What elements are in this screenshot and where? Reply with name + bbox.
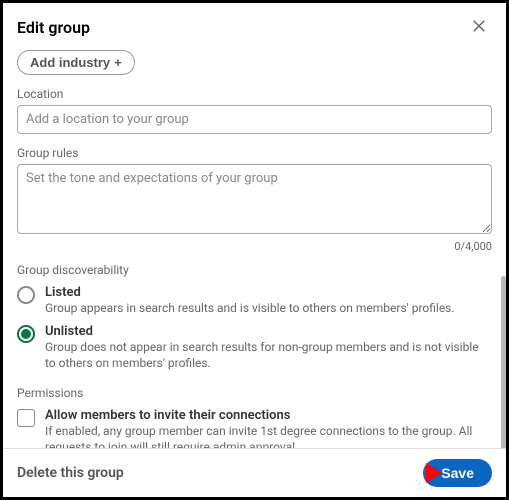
- group-rules-label: Group rules: [17, 146, 492, 160]
- radio-desc: Group appears in search results and is v…: [45, 300, 455, 316]
- radio-unlisted[interactable]: [17, 325, 35, 343]
- modal-title: Edit group: [17, 18, 90, 37]
- group-rules-textarea[interactable]: [17, 164, 492, 234]
- check-label: Allow members to invite their connection…: [45, 408, 492, 423]
- radio-item-unlisted[interactable]: Unlisted Group does not appear in search…: [17, 324, 492, 371]
- modal-content: Add industry + Location Group rules 0/4,…: [3, 50, 506, 448]
- chip-label: Add industry: [30, 55, 110, 70]
- location-input[interactable]: [17, 105, 492, 134]
- radio-item-listed[interactable]: Listed Group appears in search results a…: [17, 285, 492, 316]
- discoverability-group: Listed Group appears in search results a…: [17, 285, 492, 372]
- permissions-group: Allow members to invite their connection…: [17, 408, 492, 448]
- modal-header: Edit group: [3, 3, 506, 50]
- scrollbar-thumb[interactable]: [501, 276, 506, 448]
- permissions-title: Permissions: [17, 386, 492, 400]
- check-desc: If enabled, any group member can invite …: [45, 423, 492, 448]
- delete-group-link[interactable]: Delete this group: [17, 465, 124, 481]
- plus-icon: +: [114, 55, 122, 70]
- close-button[interactable]: [466, 13, 492, 42]
- discoverability-title: Group discoverability: [17, 263, 492, 277]
- radio-label: Listed: [45, 285, 455, 300]
- save-button[interactable]: Save: [423, 459, 492, 487]
- radio-listed[interactable]: [17, 286, 35, 304]
- radio-label: Unlisted: [45, 324, 492, 339]
- radio-desc: Group does not appear in search results …: [45, 339, 492, 371]
- edit-group-modal: Edit group Add industry + Location Group…: [3, 3, 506, 497]
- rules-char-counter: 0/4,000: [17, 240, 492, 253]
- check-item-invite[interactable]: Allow members to invite their connection…: [17, 408, 492, 448]
- location-label: Location: [17, 87, 492, 101]
- modal-footer: Delete this group Save: [3, 448, 506, 497]
- add-industry-chip[interactable]: Add industry +: [17, 50, 135, 75]
- close-icon: [470, 23, 488, 38]
- checkbox-invite[interactable]: [17, 409, 35, 427]
